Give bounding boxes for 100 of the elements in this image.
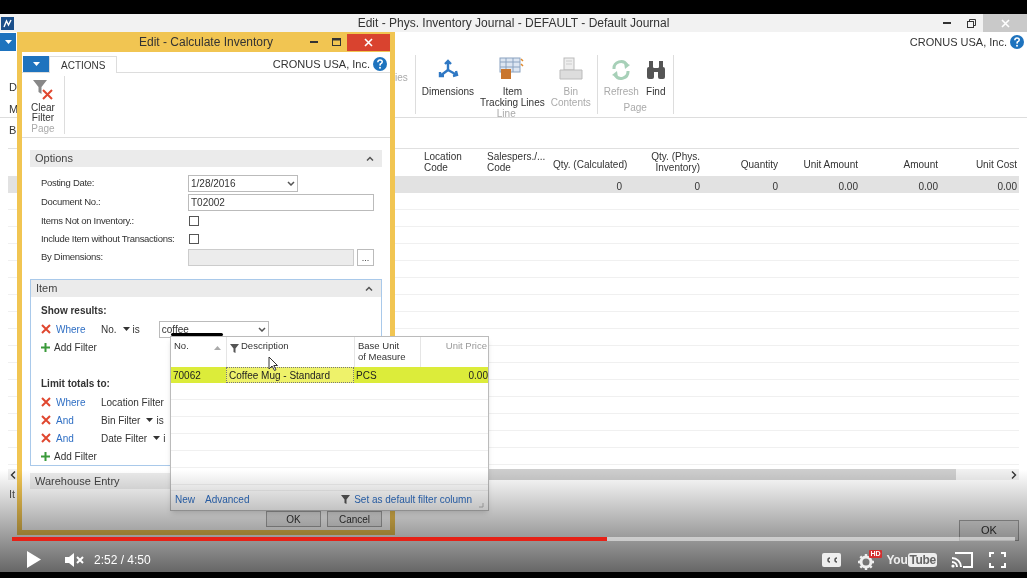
group-label: Line <box>496 108 516 119</box>
table-cell: 0 <box>616 180 622 192</box>
chevron-down-icon <box>257 326 266 332</box>
filter-operator[interactable]: is <box>132 321 140 337</box>
help-icon <box>1010 35 1024 49</box>
field-label: Include Item without Transactions: <box>41 231 176 246</box>
field-label: Items Not on Inventory.: <box>41 213 135 228</box>
table-cell-text: Coffee Mug - Standard <box>229 368 330 383</box>
filter-field[interactable]: Date Filter <box>101 430 148 446</box>
checkbox[interactable] <box>189 234 199 244</box>
clear-filter-button[interactable]: Clear Filter <box>31 79 55 123</box>
restore-icon <box>966 18 976 28</box>
add-filter-link[interactable]: Add Filter <box>41 338 97 356</box>
close-icon <box>1000 18 1010 28</box>
window-title: Edit - Phys. Inventory Journal - DEFAULT - Default Journal <box>357 15 670 32</box>
minimize-icon <box>943 22 951 24</box>
group-label: Page <box>31 124 55 134</box>
progress-bar[interactable] <box>12 537 1015 541</box>
column-header[interactable]: Qty. (Calculated) <box>553 159 628 170</box>
ribbon-label: ies <box>395 72 408 83</box>
document-box-icon <box>558 57 583 81</box>
date-dropdown[interactable]: 1/28/2016 <box>188 175 298 192</box>
group-heading: Limit totals to: <box>41 377 110 391</box>
fullscreen-button[interactable] <box>989 551 1006 568</box>
column-header[interactable]: Unit Amount <box>803 159 858 170</box>
text-field[interactable]: T02002 <box>188 194 374 211</box>
ok-button[interactable]: OK <box>959 520 1019 541</box>
cast-button[interactable] <box>951 551 973 568</box>
filter-conjunction[interactable]: And <box>56 412 101 428</box>
column-header[interactable]: Location Code <box>424 151 483 173</box>
filter-field[interactable]: Location Filter <box>101 394 164 410</box>
new-link[interactable]: New <box>175 492 195 507</box>
column-header[interactable]: Unit Cost <box>975 159 1017 170</box>
section-header[interactable]: Options <box>30 150 382 167</box>
field-label: Document No.: <box>41 195 102 210</box>
filter-conjunction[interactable]: And <box>56 430 101 446</box>
company-name: CRONUS USA, Inc. <box>272 56 370 72</box>
collapse-icon <box>365 286 373 291</box>
lookup-row[interactable]: 70062 Coffee Mug - Standard PCS 0.00 <box>171 367 488 383</box>
time-display: 2:52 / 4:50 <box>94 551 151 569</box>
section-label: B <box>9 122 17 138</box>
checkbox[interactable] <box>189 216 199 226</box>
refresh-icon <box>610 59 633 81</box>
dropdown-caret-icon <box>146 418 154 422</box>
dialog-title: Edit - Calculate Inventory <box>138 34 274 51</box>
fullscreen-icon <box>989 551 1006 568</box>
remove-icon <box>41 433 51 443</box>
field-label: By Dimensions: <box>41 250 104 265</box>
filter-operator[interactable]: is <box>156 412 164 428</box>
ok-button[interactable]: OK <box>266 511 321 527</box>
field-label: Posting Date: <box>41 176 96 191</box>
filter-operator[interactable]: i <box>163 430 166 446</box>
ribbon-label: M <box>9 103 19 115</box>
remove-icon <box>41 324 51 334</box>
chevron-left-icon <box>10 470 16 479</box>
chevron-right-icon <box>1011 470 1017 479</box>
table-cell-text: PCS <box>356 368 377 383</box>
ribbon-button[interactable]: Item Tracking Lines <box>478 55 547 108</box>
remove-icon <box>41 415 51 425</box>
status-label: It <box>9 486 16 502</box>
app-logo-icon <box>1 16 14 30</box>
ribbon-label: D <box>9 81 17 93</box>
default-filter-link[interactable]: Set as default filter column <box>341 492 472 507</box>
filter-conjunction[interactable]: Where <box>56 394 101 410</box>
group-heading: Show results: <box>41 304 107 318</box>
close-icon <box>364 37 373 47</box>
cancel-button[interactable]: Cancel <box>327 511 382 527</box>
play-button[interactable] <box>27 551 41 568</box>
table-cell: 0.00 <box>918 180 938 192</box>
column-header[interactable]: Base Unit of Measure <box>358 340 408 362</box>
group-label: Page <box>623 102 647 113</box>
collapse-icon <box>366 156 374 161</box>
column-header[interactable]: No. <box>174 340 189 351</box>
funnel-remove-icon <box>31 79 54 101</box>
column-header[interactable]: Quantity <box>740 159 778 170</box>
table-cell: 0 <box>772 180 778 192</box>
ribbon-button[interactable]: Find <box>642 55 669 97</box>
menu-dropdown-button[interactable] <box>0 33 16 51</box>
filter-field[interactable]: No. <box>101 321 117 337</box>
filter-conjunction[interactable]: Where <box>56 321 101 337</box>
advanced-link[interactable]: Advanced <box>205 492 250 507</box>
column-header[interactable]: Salespers./... Code <box>487 151 547 173</box>
table-cell-text: 70062 <box>173 368 201 383</box>
add-icon <box>41 451 50 461</box>
ribbon-tab[interactable]: ACTIONS <box>49 56 118 73</box>
youtube-logo[interactable]: You Tube <box>886 550 937 569</box>
mute-button[interactable] <box>65 551 85 568</box>
add-filter-link[interactable]: Add Filter <box>41 447 97 465</box>
section-header[interactable]: Item <box>31 280 381 297</box>
caret-icon <box>4 40 12 44</box>
column-header[interactable]: Description <box>241 340 289 351</box>
speaker-muted-icon <box>65 551 85 568</box>
menu-dropdown-button[interactable] <box>23 56 49 72</box>
filter-field[interactable]: Bin Filter <box>101 412 141 428</box>
minimize-icon <box>310 41 318 43</box>
column-header[interactable]: Amount <box>903 159 938 170</box>
dropdown-caret-icon <box>153 436 161 440</box>
ribbon-button[interactable]: Dimensions <box>419 55 477 97</box>
company-name: CRONUS USA, Inc. <box>909 34 1007 50</box>
column-header[interactable]: Qty. (Phys. Inventory) <box>640 151 700 173</box>
